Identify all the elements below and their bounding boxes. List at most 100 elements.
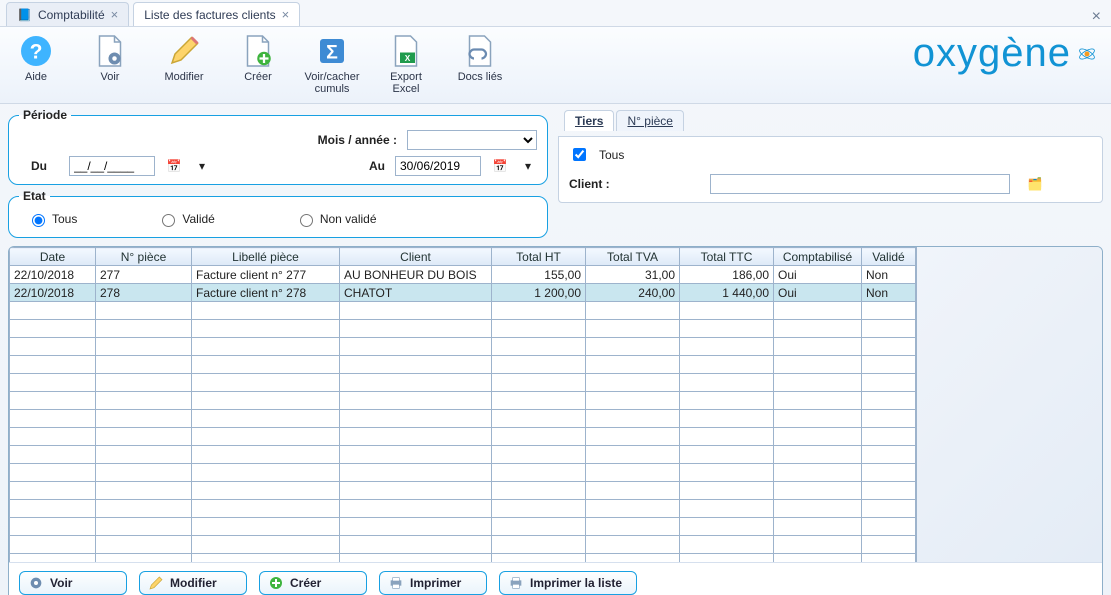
tab-strip: 📘 Comptabilité × Liste des factures clie… xyxy=(0,0,1111,26)
toolbar-modifier[interactable]: Modifier xyxy=(156,31,212,97)
radio-valide[interactable]: Validé xyxy=(157,211,214,227)
action-modifier[interactable]: Modifier xyxy=(139,571,247,595)
combo-mois-annee[interactable] xyxy=(407,130,537,150)
column-header[interactable]: Comptabilisé xyxy=(774,248,862,266)
toolbar-label: Voir/cacher cumuls xyxy=(304,71,360,97)
printer-icon xyxy=(388,575,404,591)
cell: 155,00 xyxy=(492,266,586,284)
linked-doc-icon xyxy=(460,31,500,71)
invoice-grid: DateN° pièceLibellé pièceClientTotal HTT… xyxy=(8,246,1103,595)
brand-logo: oxygène xyxy=(913,31,1103,76)
column-header[interactable]: Client xyxy=(340,248,492,266)
column-header[interactable]: Total TVA xyxy=(586,248,680,266)
toolbar-label: Voir xyxy=(101,71,120,97)
main-toolbar: ? Aide Voir Modifier Créer Σ Voir/cacher… xyxy=(0,26,1111,104)
cell: CHATOT xyxy=(340,284,492,302)
table-row-empty xyxy=(10,446,916,464)
subtab-npiece[interactable]: N° pièce xyxy=(616,110,684,131)
close-icon[interactable]: × xyxy=(282,8,290,21)
toolbar-voir[interactable]: Voir xyxy=(82,31,138,97)
table-row-empty xyxy=(10,392,916,410)
table-row-empty xyxy=(10,338,916,356)
action-label: Créer xyxy=(290,576,321,590)
chevron-down-icon[interactable]: ▾ xyxy=(193,157,211,175)
column-header[interactable]: Validé xyxy=(862,248,916,266)
subtab-tiers[interactable]: Tiers xyxy=(564,110,614,131)
pencil-icon xyxy=(148,575,164,591)
label-du: Du xyxy=(19,159,59,173)
radio-non-valide[interactable]: Non validé xyxy=(295,211,377,227)
toolbar-exportexcel[interactable]: X Export Excel xyxy=(378,31,434,97)
calendar-icon[interactable]: 📅 xyxy=(165,157,183,175)
action-bar: Voir Modifier Créer Imprimer Imprimer la… xyxy=(9,562,1102,595)
toolbar-creer[interactable]: Créer xyxy=(230,31,286,97)
table-row-empty xyxy=(10,500,916,518)
help-icon: ? xyxy=(16,31,56,71)
table-row-empty xyxy=(10,482,916,500)
input-client[interactable] xyxy=(710,174,1010,194)
cell: 277 xyxy=(96,266,192,284)
chevron-down-icon[interactable]: ▾ xyxy=(519,157,537,175)
cell: 1 440,00 xyxy=(680,284,774,302)
toolbar-aide[interactable]: ? Aide xyxy=(8,31,64,97)
printer-list-icon xyxy=(508,575,524,591)
lookup-icon[interactable]: 🗂️ xyxy=(1028,177,1043,191)
cell: AU BONHEUR DU BOIS xyxy=(340,266,492,284)
table-row-empty xyxy=(10,428,916,446)
column-header[interactable]: Libellé pièce xyxy=(192,248,340,266)
input-date-au[interactable] xyxy=(395,156,481,176)
cell: Facture client n° 277 xyxy=(192,266,340,284)
column-header[interactable]: N° pièce xyxy=(96,248,192,266)
toolbar-label: Export Excel xyxy=(378,71,434,97)
action-label: Modifier xyxy=(170,576,217,590)
tiers-panel: Tous Client : 🗂️ xyxy=(558,136,1103,203)
tab-comptabilite[interactable]: 📘 Comptabilité × xyxy=(6,2,129,26)
table-row[interactable]: 22/10/2018277Facture client n° 277AU BON… xyxy=(10,266,916,284)
table-row[interactable]: 22/10/2018278Facture client n° 278CHATOT… xyxy=(10,284,916,302)
cell: Oui xyxy=(774,266,862,284)
close-icon[interactable]: × xyxy=(111,8,119,21)
table-row-empty xyxy=(10,518,916,536)
action-imprimer-liste[interactable]: Imprimer la liste xyxy=(499,571,637,595)
plus-icon xyxy=(268,575,284,591)
tab-label: Liste des factures clients xyxy=(144,8,275,22)
toolbar-voircacher[interactable]: Σ Voir/cacher cumuls xyxy=(304,31,360,97)
cell: Oui xyxy=(774,284,862,302)
pencil-icon xyxy=(164,31,204,71)
column-header[interactable]: Total HT xyxy=(492,248,586,266)
action-creer[interactable]: Créer xyxy=(259,571,367,595)
grid-empty-area xyxy=(916,247,1102,562)
label-au: Au xyxy=(369,159,385,173)
sub-tabs: Tiers N° pièce xyxy=(558,110,1103,131)
action-label: Voir xyxy=(50,576,72,590)
table-row-empty xyxy=(10,374,916,392)
toolbar-docslies[interactable]: Docs liés xyxy=(452,31,508,97)
checkbox-tous[interactable] xyxy=(573,148,586,161)
label-client: Client : xyxy=(569,177,610,191)
label-mois-annee: Mois / année : xyxy=(318,133,397,147)
tab-liste-factures[interactable]: Liste des factures clients × xyxy=(133,2,300,26)
table-row-empty xyxy=(10,410,916,428)
cell: 186,00 xyxy=(680,266,774,284)
legend-etat: Etat xyxy=(19,189,50,203)
calendar-icon[interactable]: 📅 xyxy=(491,157,509,175)
table-row-empty xyxy=(10,464,916,482)
checkbox-tous-label: Tous xyxy=(599,148,624,162)
radio-label: Tous xyxy=(52,212,77,226)
window-close-icon[interactable]: × xyxy=(1092,8,1105,26)
cell: 1 200,00 xyxy=(492,284,586,302)
svg-text:Σ: Σ xyxy=(326,42,338,64)
cell: 31,00 xyxy=(586,266,680,284)
svg-text:X: X xyxy=(405,54,411,63)
action-imprimer[interactable]: Imprimer xyxy=(379,571,487,595)
cell: 278 xyxy=(96,284,192,302)
excel-icon: X xyxy=(386,31,426,71)
radio-tous[interactable]: Tous xyxy=(27,211,77,227)
input-date-du[interactable] xyxy=(69,156,155,176)
invoice-table[interactable]: DateN° pièceLibellé pièceClientTotal HTT… xyxy=(9,247,916,562)
action-voir[interactable]: Voir xyxy=(19,571,127,595)
legend-periode: Période xyxy=(19,108,71,122)
column-header[interactable]: Date xyxy=(10,248,96,266)
document-gear-icon xyxy=(90,31,130,71)
column-header[interactable]: Total TTC xyxy=(680,248,774,266)
